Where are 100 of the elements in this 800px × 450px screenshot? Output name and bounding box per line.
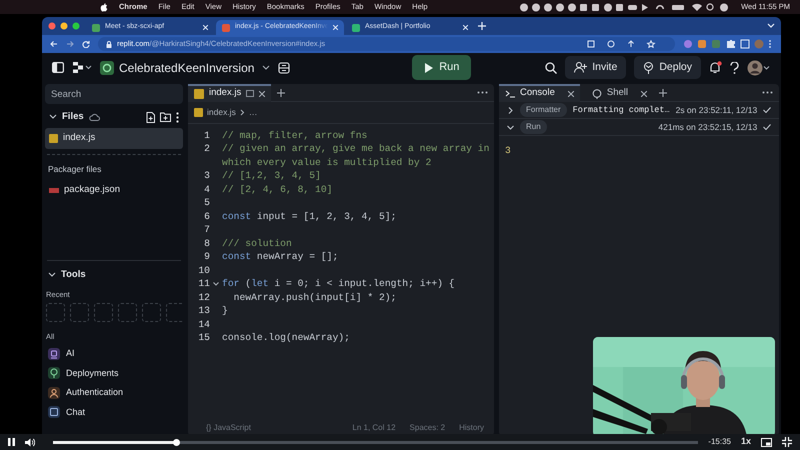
favicon-icon bbox=[92, 24, 100, 32]
more-icon[interactable] bbox=[176, 112, 179, 123]
database-icon[interactable] bbox=[278, 62, 290, 74]
caret-icon[interactable] bbox=[262, 64, 270, 70]
new-tab-icon[interactable] bbox=[478, 22, 486, 30]
play-icon bbox=[424, 62, 434, 72]
pause-icon[interactable] bbox=[8, 438, 15, 446]
entry-label: Formatter bbox=[520, 103, 567, 117]
back-icon[interactable] bbox=[50, 40, 58, 48]
deploy-icon bbox=[643, 62, 654, 74]
chat-icon bbox=[48, 406, 60, 418]
add-tab-icon[interactable] bbox=[658, 88, 667, 96]
code-line: for (let i = 0; i < input.length; i++) { bbox=[222, 277, 456, 291]
speed-button[interactable]: 1x bbox=[740, 435, 751, 449]
code-line: // [1,2, 3, 4, 5] bbox=[222, 169, 322, 183]
entry-time: 2s on 23:52:11, 12/13 bbox=[676, 104, 758, 116]
search-field[interactable]: Search bbox=[45, 84, 183, 104]
person-plus-icon bbox=[574, 62, 588, 73]
repl-name[interactable]: CelebratedKeenInversion bbox=[119, 58, 254, 76]
replit-logo-icon[interactable] bbox=[72, 62, 92, 73]
person-icon bbox=[48, 386, 60, 399]
chevron-down-icon[interactable] bbox=[507, 124, 514, 130]
line-number: 11 bbox=[197, 277, 210, 291]
sidebar-toggle-icon[interactable] bbox=[52, 62, 64, 73]
chevron-down-icon[interactable] bbox=[48, 272, 56, 278]
line-number: 15 bbox=[197, 331, 210, 345]
empty-slot bbox=[118, 302, 137, 322]
search-icon[interactable] bbox=[545, 62, 558, 74]
more-icon[interactable] bbox=[762, 91, 774, 94]
tools-heading: Tools bbox=[61, 268, 86, 282]
js-file-icon bbox=[49, 134, 58, 143]
line-number: 13 bbox=[197, 304, 210, 318]
code-line: } bbox=[222, 304, 229, 318]
preview-icon[interactable] bbox=[246, 90, 254, 97]
terminal-icon bbox=[505, 88, 515, 98]
deploy-button[interactable]: Deploy bbox=[634, 56, 701, 80]
tool-item[interactable]: Authentication bbox=[45, 383, 183, 402]
time-remaining: -15:35 bbox=[708, 436, 731, 448]
tool-item[interactable]: AI bbox=[45, 344, 183, 364]
more-icon[interactable] bbox=[477, 91, 488, 94]
progress-track[interactable] bbox=[53, 440, 698, 444]
line-number: 8 bbox=[203, 236, 210, 250]
panel-tab[interactable]: Console bbox=[499, 84, 580, 102]
tree-entry[interactable]: package.json bbox=[45, 180, 183, 200]
avatar-icon[interactable] bbox=[747, 60, 771, 76]
progress-thumb[interactable] bbox=[172, 438, 180, 446]
empty-slot bbox=[70, 302, 89, 322]
fullscreen-icon[interactable] bbox=[782, 437, 792, 447]
checkmark-icon bbox=[763, 124, 772, 130]
tool-item[interactable]: Deployments bbox=[45, 364, 183, 383]
entry-time: 421ms on 23:52:15, 12/13 bbox=[658, 120, 758, 134]
invite-button[interactable]: Invite bbox=[565, 56, 626, 80]
favicon-icon bbox=[352, 24, 360, 32]
code-line: newArray.push(input[i] * 2); bbox=[232, 290, 398, 304]
breadcrumb-item[interactable]: index.js bbox=[207, 106, 236, 119]
code-line: console.log(newArray); bbox=[222, 331, 351, 345]
volume-icon[interactable] bbox=[25, 438, 35, 446]
npm-icon bbox=[49, 188, 59, 193]
run-button[interactable]: Run bbox=[412, 55, 472, 80]
chevron-down-icon[interactable] bbox=[49, 114, 57, 120]
fold-icon[interactable] bbox=[213, 282, 219, 286]
reload-icon[interactable] bbox=[82, 40, 90, 48]
window-controls-drawing[interactable] bbox=[48, 22, 82, 30]
empty-slot bbox=[46, 302, 65, 322]
line-number: 3 bbox=[203, 169, 210, 183]
empty-slot bbox=[94, 302, 113, 322]
chevron-right-icon[interactable] bbox=[507, 106, 514, 114]
chevron-right-icon bbox=[240, 108, 245, 116]
close-icon[interactable] bbox=[259, 90, 266, 96]
tree-entry[interactable]: index.js bbox=[45, 128, 183, 148]
picture-in-picture-icon[interactable] bbox=[761, 438, 772, 446]
empty-slot bbox=[166, 302, 183, 322]
entry-message: Formatting complet… bbox=[572, 104, 670, 116]
help-icon[interactable] bbox=[730, 62, 739, 74]
console-output: 3 bbox=[504, 144, 512, 158]
apple-icon[interactable] bbox=[100, 2, 108, 12]
file-tab[interactable]: index.js bbox=[188, 84, 272, 102]
line-number: 6 bbox=[203, 210, 210, 224]
new-folder-icon[interactable] bbox=[160, 112, 171, 122]
empty-slot bbox=[142, 302, 161, 322]
lock-icon bbox=[106, 40, 112, 48]
close-icon[interactable] bbox=[640, 90, 647, 96]
code-line: // given an array, give me back a new array in which every value is multiplied by 2 bbox=[222, 142, 490, 170]
extension-icons-drawing[interactable] bbox=[683, 39, 773, 49]
code-line: const input = [1, 2, 3, 4, 5]; bbox=[222, 210, 398, 224]
breadcrumb-item[interactable]: … bbox=[248, 106, 258, 119]
status-language-indicator[interactable]: {} JavaScript bbox=[206, 422, 251, 434]
close-icon[interactable] bbox=[568, 90, 574, 96]
bell-icon[interactable] bbox=[709, 61, 722, 74]
tool-item[interactable]: Chat bbox=[45, 402, 183, 422]
line-number: 9 bbox=[203, 250, 210, 264]
new-file-icon[interactable] bbox=[146, 112, 155, 123]
panel-tab[interactable]: Shell bbox=[586, 84, 653, 102]
repl-icon bbox=[100, 60, 114, 74]
line-number: 7 bbox=[203, 223, 210, 237]
add-tab-icon[interactable] bbox=[277, 88, 286, 96]
code-line: // map, filter, arrow fns bbox=[222, 128, 368, 142]
line-number: 14 bbox=[197, 318, 210, 332]
line-number: 2 bbox=[203, 142, 210, 156]
forward-icon[interactable] bbox=[66, 40, 74, 48]
